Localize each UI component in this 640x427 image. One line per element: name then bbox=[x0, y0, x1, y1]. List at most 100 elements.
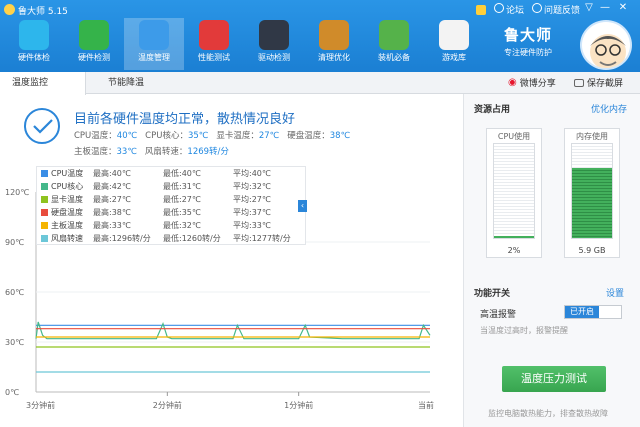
legend-min: 最低:27℃ bbox=[163, 195, 201, 204]
legend-row: 风扇转速 最高:1296转/分 最低:1260转/分 平均:1277转/分 bbox=[37, 232, 305, 245]
legend-min: 最低:32℃ bbox=[163, 221, 201, 230]
app-logo-icon bbox=[4, 4, 15, 15]
metric-item: 风扇转速：1269转/分 bbox=[144, 147, 229, 157]
legend-name: 显卡温度 bbox=[51, 195, 83, 204]
cpu-usage-fill bbox=[494, 236, 534, 238]
top-links: 论坛 问题反馈 bbox=[475, 3, 580, 16]
feedback-link[interactable]: 问题反馈 bbox=[531, 3, 580, 16]
monitor-icon bbox=[19, 20, 49, 50]
legend-avg: 平均:32℃ bbox=[233, 182, 271, 191]
legend-avg: 平均:27℃ bbox=[233, 195, 271, 204]
minimize-button[interactable]: — bbox=[598, 2, 612, 14]
gamepad-icon bbox=[439, 20, 469, 50]
legend-name: 硬盘温度 bbox=[51, 208, 83, 217]
close-button[interactable]: ✕ bbox=[616, 2, 630, 14]
toolbar-hardware-detect[interactable]: 硬件检测 bbox=[64, 18, 124, 70]
mascot-avatar[interactable] bbox=[580, 20, 632, 70]
brand-name: 鲁大师 bbox=[504, 26, 553, 44]
stress-test-button[interactable]: 温度压力测试 bbox=[502, 366, 606, 392]
toolbar-essentials[interactable]: 装机必备 bbox=[364, 18, 424, 70]
toolbar-label: 硬件体检 bbox=[18, 53, 50, 62]
y-tick-label: 0℃ bbox=[5, 388, 19, 397]
weibo-icon: ◉ bbox=[508, 77, 517, 88]
metric-item: 显卡温度：27℃ bbox=[216, 131, 280, 141]
memory-usage-fill bbox=[572, 168, 612, 238]
box-icon bbox=[379, 20, 409, 50]
y-tick-label: 90℃ bbox=[5, 238, 24, 247]
forum-link[interactable]: 论坛 bbox=[493, 3, 524, 16]
metric-item: CPU温度：40℃ bbox=[74, 131, 138, 141]
speedometer-icon bbox=[199, 20, 229, 50]
chip-icon bbox=[79, 20, 109, 50]
metric-item: 主板温度：33℃ bbox=[74, 147, 137, 157]
legend-max: 最高:38℃ bbox=[93, 208, 131, 217]
app-title: 鲁大师 5.15 bbox=[18, 7, 68, 17]
thermometer-chart-icon bbox=[139, 20, 169, 50]
toolbar-label: 硬件检测 bbox=[78, 53, 110, 62]
metrics-row-1: CPU温度：40℃ CPU核心：35℃ 显卡温度：27℃ 硬盘温度：38℃ bbox=[74, 129, 358, 141]
alarm-hint: 当温度过高时，报警提醒 bbox=[480, 326, 568, 335]
toolbar-label: 温度管理 bbox=[138, 53, 170, 62]
x-tick-label: 1分钟前 bbox=[284, 400, 313, 410]
x-tick-label: 2分钟前 bbox=[153, 400, 182, 410]
stress-test-hint: 监控电脑散热能力，排查散热故障 bbox=[488, 409, 608, 418]
right-panel: 资源占用 优化内存 CPU使用 2% 内存使用 5.9 GB 功能开关 设置 高… bbox=[463, 94, 640, 427]
legend-name: 主板温度 bbox=[51, 221, 83, 230]
legend-avg: 平均:37℃ bbox=[233, 208, 271, 217]
toolbar-temperature-manage[interactable]: 温度管理 bbox=[124, 18, 184, 70]
toolbar-label: 装机必备 bbox=[378, 53, 410, 62]
legend-name: CPU温度 bbox=[51, 169, 84, 178]
legend-collapse-button[interactable]: ‹ bbox=[298, 200, 307, 212]
legend-min: 最低:31℃ bbox=[163, 182, 201, 191]
y-tick-label: 60℃ bbox=[5, 288, 24, 297]
x-tick-label: 3分钟前 bbox=[26, 400, 55, 410]
resources-title: 资源占用 bbox=[474, 105, 511, 115]
forum-icon bbox=[493, 3, 504, 13]
high-temp-alarm-toggle[interactable]: 已开启 bbox=[564, 305, 622, 319]
tab-energy-saving[interactable]: 节能降温 bbox=[96, 72, 156, 94]
weibo-share-button[interactable]: ◉ 微博分享 bbox=[508, 76, 556, 89]
toolbar-clean-optimize[interactable]: 清理优化 bbox=[304, 18, 364, 70]
legend-row: CPU核心 最高:42℃ 最低:31℃ 平均:32℃ bbox=[37, 180, 305, 193]
settings-link[interactable]: 设置 bbox=[606, 286, 624, 299]
legend-max: 最高:40℃ bbox=[93, 169, 131, 178]
legend-max: 最高:42℃ bbox=[93, 182, 131, 191]
toolbar-label: 性能测试 bbox=[198, 53, 230, 62]
legend-max: 最高:27℃ bbox=[93, 195, 131, 204]
toolbar-driver-detect[interactable]: 驱动检测 bbox=[244, 18, 304, 70]
metric-item: 硬盘温度：38℃ bbox=[287, 131, 351, 141]
cpu-usage-label: CPU使用 bbox=[497, 132, 531, 141]
legend-name: CPU核心 bbox=[51, 182, 84, 191]
save-screenshot-button[interactable]: 保存截屏 bbox=[574, 76, 623, 89]
check-icon bbox=[24, 108, 60, 144]
memory-usage-label: 内存使用 bbox=[576, 132, 608, 141]
legend-avg: 平均:33℃ bbox=[233, 221, 271, 230]
cpu-usage-value: 2% bbox=[507, 246, 521, 255]
gift-icon[interactable] bbox=[475, 4, 486, 15]
status-title: 目前各硬件温度均正常，散热情况良好 bbox=[74, 112, 296, 127]
toolbar-label: 游戏库 bbox=[442, 53, 466, 62]
legend-row: 显卡温度 最高:27℃ 最低:27℃ 平均:27℃ bbox=[37, 193, 305, 206]
brand: 鲁大师 专注硬件防护 bbox=[504, 24, 552, 58]
chart-legend: CPU温度 最高:40℃ 最低:40℃ 平均:40℃ CPU核心 最高:42℃ 最低:31℃… bbox=[36, 166, 306, 245]
camera-icon bbox=[574, 78, 584, 87]
skin-icon[interactable]: ▽ bbox=[582, 2, 596, 14]
legend-row: CPU温度 最高:40℃ 最低:40℃ 平均:40℃ bbox=[37, 167, 305, 180]
cpu-usage-gauge: CPU使用 2% bbox=[486, 128, 542, 258]
series-line-1 bbox=[35, 321, 431, 340]
legend-row: 主板温度 最高:33℃ 最低:32℃ 平均:33℃ bbox=[37, 219, 305, 232]
legend-avg: 平均:40℃ bbox=[233, 169, 271, 178]
x-tick-label: 当前 bbox=[418, 400, 434, 410]
optimize-memory-link[interactable]: 优化内存 bbox=[591, 102, 627, 115]
gear-icon bbox=[259, 20, 289, 50]
feedback-icon bbox=[531, 3, 542, 13]
brand-subtitle: 专注硬件防护 bbox=[504, 48, 552, 57]
toolbar-game-library[interactable]: 游戏库 bbox=[424, 18, 484, 70]
tab-temperature-monitor[interactable]: 温度监控 bbox=[0, 72, 86, 95]
toolbar-performance-test[interactable]: 性能测试 bbox=[184, 18, 244, 70]
memory-usage-gauge: 内存使用 5.9 GB bbox=[564, 128, 620, 258]
legend-avg: 平均:1277转/分 bbox=[233, 234, 291, 243]
legend-min: 最低:1260转/分 bbox=[163, 234, 221, 243]
toolbar-hardware-checkup[interactable]: 硬件体检 bbox=[4, 18, 64, 70]
legend-swatch bbox=[41, 183, 48, 190]
